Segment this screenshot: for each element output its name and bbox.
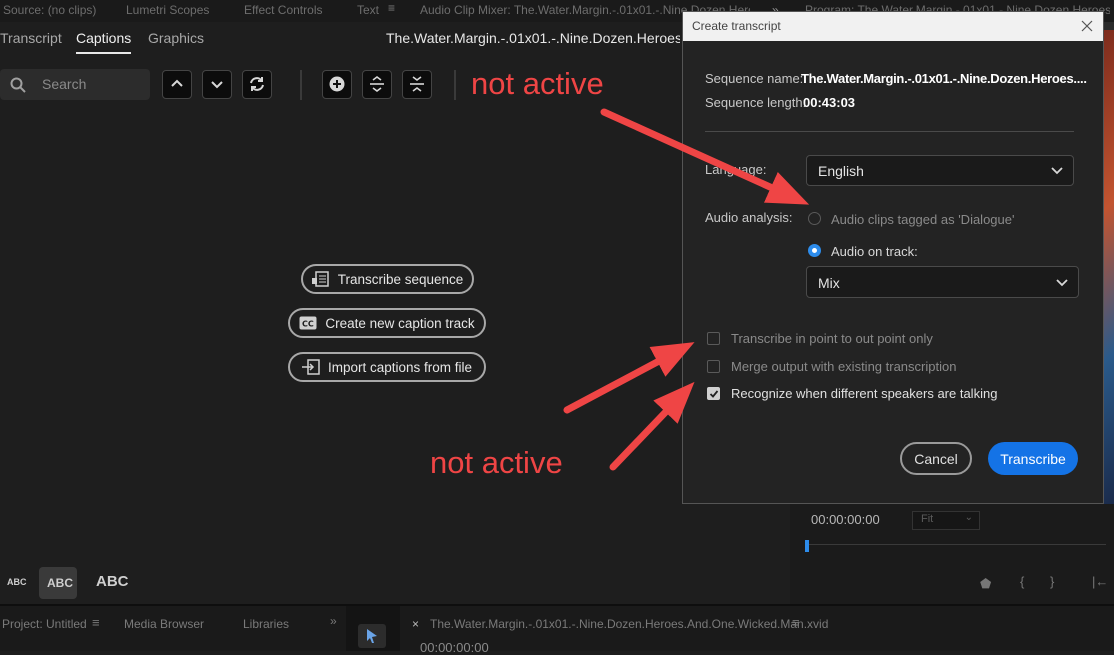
radio-audio-on-track-label: Audio on track: — [831, 244, 918, 259]
tab-project[interactable]: Project: Untitled — [2, 617, 87, 631]
radio-dialogue-label: Audio clips tagged as 'Dialogue' — [831, 212, 1015, 227]
create-caption-track-button[interactable]: CC Create new caption track — [288, 308, 486, 338]
transcript-icon — [311, 271, 329, 287]
sequence-title: The.Water.Margin.-.01x01.-.Nine.Dozen.He… — [386, 30, 680, 46]
go-to-in-icon[interactable]: |← — [1092, 574, 1108, 589]
dialog-title-bar[interactable]: Create transcript — [683, 12, 1103, 41]
program-timecode: 00:00:00:00 — [811, 512, 880, 527]
tab-source[interactable]: Source: (no clips) — [3, 3, 96, 17]
checkbox-in-out-label: Transcribe in point to out point only — [731, 331, 933, 346]
selection-tool-button[interactable] — [358, 624, 386, 648]
checkbox-recognize-speakers[interactable] — [707, 387, 720, 400]
mark-in-icon[interactable]: { — [1020, 574, 1024, 589]
sequence-length-label: Sequence length: — [705, 95, 807, 110]
chevron-down-icon — [1056, 279, 1068, 287]
cancel-button-label: Cancel — [914, 450, 958, 467]
toolbar-divider — [454, 70, 456, 100]
menu-icon[interactable]: ≡ — [388, 1, 395, 15]
text-size-large-button[interactable]: ABC — [96, 573, 129, 590]
audio-analysis-label: Audio analysis: — [705, 210, 793, 225]
overflow-icon[interactable]: » — [330, 614, 337, 628]
radio-audio-on-track[interactable] — [808, 244, 821, 257]
playhead[interactable] — [805, 540, 809, 552]
chevron-down-icon — [1051, 167, 1063, 175]
toolbar-divider — [300, 70, 302, 100]
annotation-label: not active — [430, 445, 563, 480]
tab-graphics[interactable]: Graphics — [148, 30, 204, 46]
transcribe-sequence-button[interactable]: Transcribe sequence — [301, 264, 474, 294]
track-value: Mix — [818, 275, 840, 291]
dialog-title: Create transcript — [692, 19, 781, 33]
split-caption-button[interactable] — [362, 70, 392, 99]
closed-captions-icon: CC — [299, 316, 317, 330]
dialog-divider — [705, 131, 1074, 132]
split-icon — [370, 76, 384, 92]
create-transcript-dialog: Create transcript Sequence name: The.Wat… — [682, 11, 1104, 504]
text-size-medium-button[interactable]: ABC — [39, 567, 77, 599]
tools-panel — [346, 606, 400, 651]
merge-icon — [410, 76, 424, 92]
menu-icon[interactable]: ≡ — [792, 615, 800, 630]
add-caption-button[interactable] — [322, 70, 352, 99]
search-icon — [10, 77, 26, 93]
transcribe-sequence-label: Transcribe sequence — [337, 271, 464, 287]
zoom-value: Fit — [921, 513, 934, 525]
annotation-label: not active — [471, 66, 604, 101]
close-icon[interactable] — [1081, 20, 1093, 32]
bottom-panels: Project: Untitled ≡ Media Browser Librar… — [0, 604, 1114, 655]
checkbox-in-out-only[interactable] — [707, 332, 720, 345]
search-input[interactable]: Search — [0, 69, 150, 100]
import-captions-button[interactable]: Import captions from file — [288, 352, 486, 382]
tab-libraries[interactable]: Libraries — [243, 617, 289, 631]
timeline-timecode: 00:00:00:00 — [420, 640, 489, 655]
tab-transcript[interactable]: Transcript — [0, 30, 62, 46]
language-label: Language: — [705, 162, 767, 177]
chevron-up-icon — [171, 79, 183, 87]
tab-media-browser[interactable]: Media Browser — [124, 617, 204, 631]
close-icon[interactable]: × — [412, 617, 419, 631]
radio-dialogue-clips[interactable] — [808, 212, 821, 225]
sequence-name-value: The.Water.Margin.-.01x01.-.Nine.Dozen.He… — [801, 71, 1087, 86]
sequence-length-value: 00:43:03 — [803, 95, 856, 110]
mark-out-icon[interactable]: } — [1050, 574, 1054, 589]
menu-icon[interactable]: ≡ — [92, 615, 100, 630]
checkbox-merge-output[interactable] — [707, 360, 720, 373]
replace-button[interactable] — [242, 70, 272, 99]
text-panel: Transcript Captions Graphics The.Water.M… — [0, 22, 790, 604]
plus-circle-icon — [329, 76, 345, 92]
marker-icon[interactable]: ⬟ — [980, 576, 991, 592]
chevron-down-icon: ⌄ — [964, 512, 973, 523]
tab-effect-controls[interactable]: Effect Controls — [244, 3, 322, 17]
tab-timeline[interactable]: The.Water.Margin.-.01x01.-.Nine.Dozen.He… — [430, 617, 828, 631]
tab-captions[interactable]: Captions — [76, 30, 132, 54]
zoom-select[interactable]: Fit ⌄ — [912, 511, 980, 530]
language-value: English — [818, 163, 864, 179]
language-select[interactable]: English — [806, 155, 1074, 186]
transcribe-button[interactable]: Transcribe — [988, 442, 1078, 475]
checkbox-recognize-speakers-label: Recognize when different speakers are ta… — [731, 386, 998, 401]
import-captions-label: Import captions from file — [327, 359, 473, 375]
import-icon — [301, 359, 320, 375]
chevron-down-icon — [211, 81, 223, 89]
previous-caption-button[interactable] — [162, 70, 192, 99]
merge-captions-button[interactable] — [402, 70, 432, 99]
text-size-small-button[interactable]: ABC — [7, 577, 27, 587]
transcribe-button-label: Transcribe — [1000, 450, 1066, 467]
svg-text:CC: CC — [302, 320, 314, 329]
next-caption-button[interactable] — [202, 70, 232, 99]
create-caption-track-label: Create new caption track — [325, 315, 475, 331]
tab-lumetri-scopes[interactable]: Lumetri Scopes — [126, 3, 209, 17]
sequence-name-label: Sequence name: — [705, 71, 804, 86]
search-placeholder: Search — [42, 76, 87, 92]
time-ruler[interactable] — [806, 544, 1106, 545]
track-select[interactable]: Mix — [806, 266, 1079, 298]
tab-text[interactable]: Text — [357, 3, 379, 17]
checkbox-merge-label: Merge output with existing transcription — [731, 359, 957, 374]
program-controls: 00:00:00:00 Fit ⌄ ⬟ { } |← — [790, 504, 1114, 604]
checkmark-icon — [709, 390, 719, 398]
text-size-medium-label: ABC — [47, 576, 73, 590]
refresh-icon — [250, 77, 264, 91]
cancel-button[interactable]: Cancel — [900, 442, 972, 475]
arrow-cursor-icon — [367, 629, 377, 643]
